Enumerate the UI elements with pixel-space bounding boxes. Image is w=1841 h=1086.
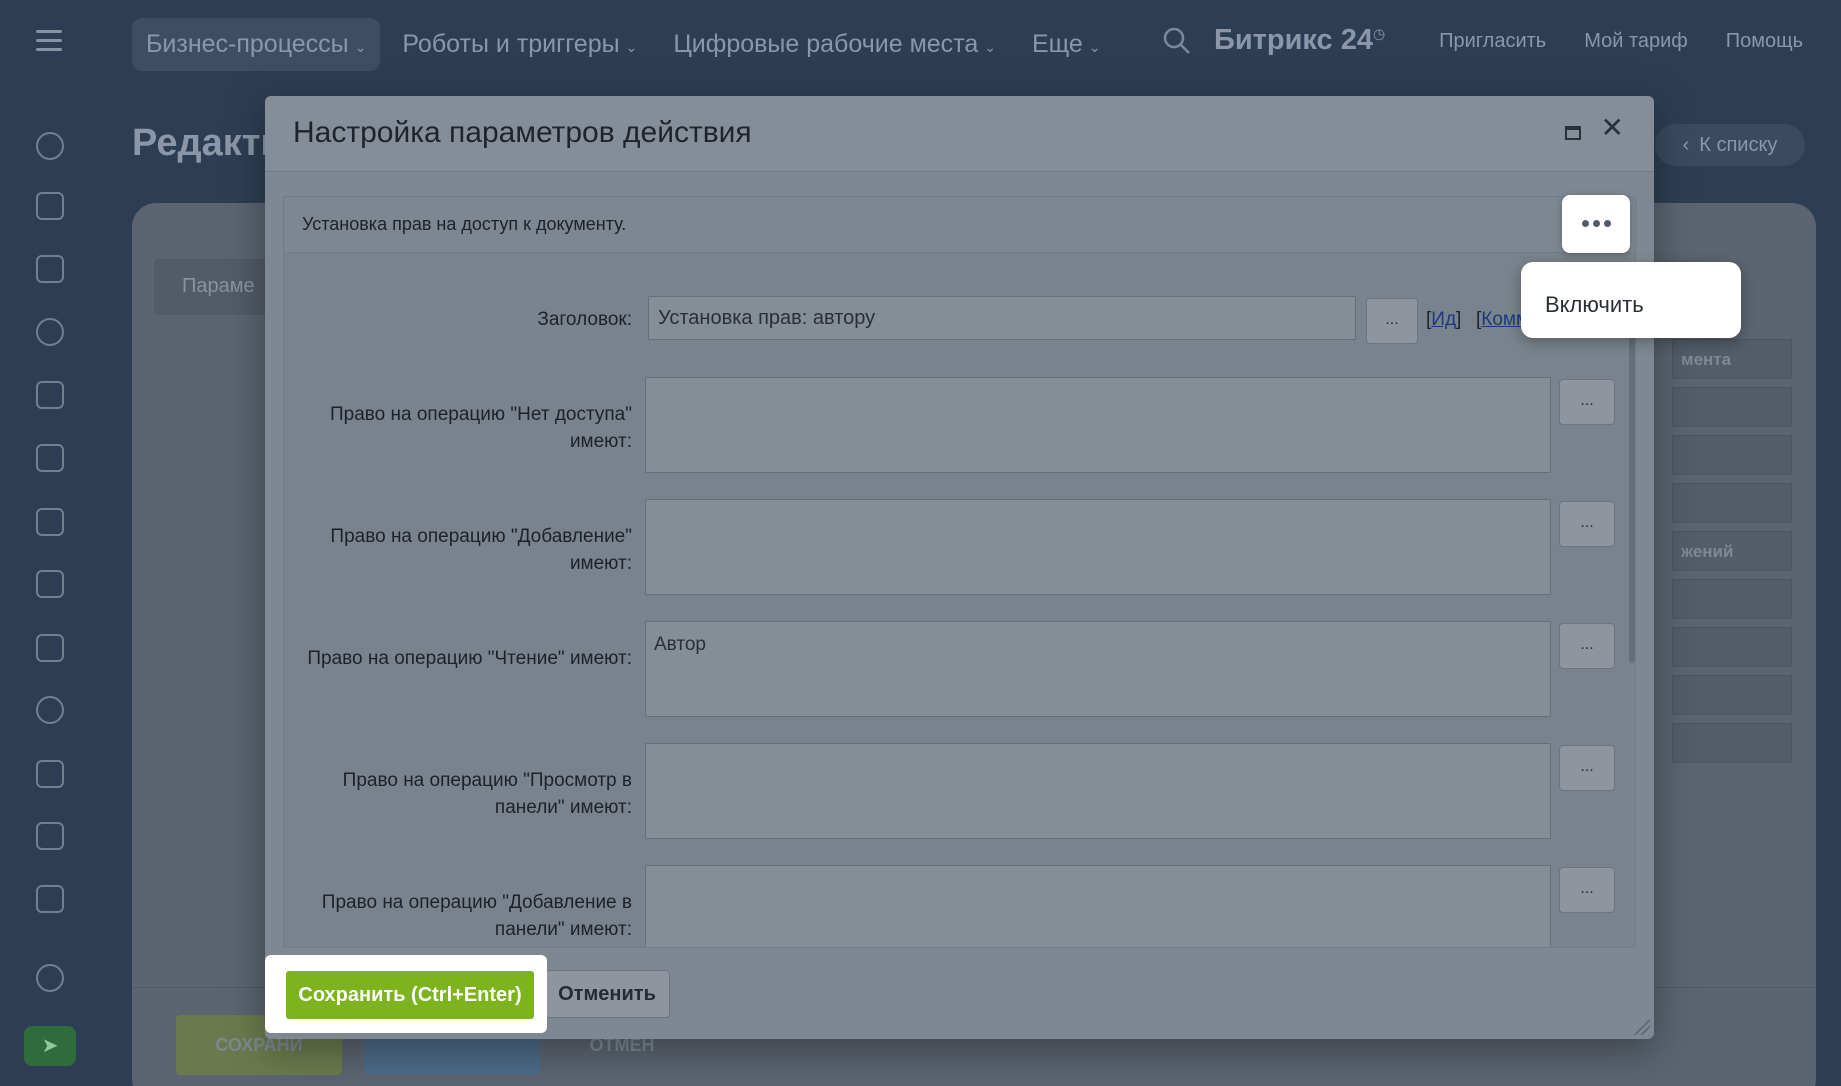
title-dots-button[interactable]: ... [1366, 298, 1418, 344]
top-right-links: Пригласить Мой тариф Помощь [1439, 30, 1803, 53]
schedule-icon[interactable] [36, 885, 64, 913]
field-label: Право на операцию "Чтение" имеют: [307, 648, 632, 669]
users-icon[interactable] [36, 696, 64, 724]
filter-icon[interactable] [36, 822, 64, 850]
crm-icon[interactable] [36, 318, 64, 346]
list-item [1672, 435, 1792, 475]
save-button[interactable]: Сохранить (Ctrl+Enter) [286, 971, 534, 1019]
scrollbar[interactable] [1629, 293, 1635, 663]
list-item [1672, 675, 1792, 715]
menu-item-enable[interactable]: Включить [1545, 292, 1741, 318]
nav-item-more[interactable]: Еще ⌄ [1018, 18, 1115, 71]
chevron-down-icon: ⌄ [625, 39, 638, 55]
add-textarea[interactable] [645, 499, 1551, 595]
checkbox-icon[interactable] [36, 760, 64, 788]
list-item: мента [1672, 339, 1792, 379]
chevron-down-icon: ⌄ [354, 39, 367, 55]
list-item [1672, 387, 1792, 427]
card-icon[interactable] [36, 570, 64, 598]
background-rows: мента жений [1672, 339, 1792, 771]
presentation-icon[interactable] [36, 508, 64, 536]
more-options-menu: Включить [1521, 262, 1741, 338]
nav-item-robots-triggers[interactable]: Роботы и триггеры ⌄ [388, 18, 651, 71]
list-item: жений [1672, 531, 1792, 571]
more-dots-icon [1581, 220, 1589, 227]
more-dots-icon [1592, 220, 1600, 227]
chat-icon[interactable] [36, 192, 64, 220]
tasks-icon[interactable] [36, 255, 64, 283]
field-label: Право на операцию "Добавление в панели" … [321, 892, 632, 940]
add-dots-button[interactable]: ... [1559, 501, 1615, 547]
clock-icon: ◷ [1373, 25, 1386, 42]
form-area: Заголовок: Установка прав: автору ... [И… [284, 253, 1635, 947]
dialog-title: Настройка параметров действия [293, 116, 752, 149]
chevron-down-icon: ⌄ [1088, 39, 1101, 55]
gear-icon[interactable] [36, 964, 64, 992]
maximize-icon[interactable] [1565, 126, 1581, 140]
field-label: Право на операцию "Добавление" имеют: [330, 526, 632, 574]
my-plan-link[interactable]: Мой тариф [1584, 30, 1688, 53]
panel-view-textarea[interactable] [645, 743, 1551, 839]
chevron-down-icon: ⌄ [984, 39, 996, 55]
panel-add-dots-button[interactable]: ... [1559, 867, 1615, 913]
help-link[interactable]: Помощь [1726, 30, 1803, 53]
close-icon[interactable]: ✕ [1601, 114, 1624, 142]
id-link-wrap: [Ид] [1426, 309, 1462, 330]
menu-icon[interactable] [36, 30, 62, 52]
top-bar: Бизнес-процессы ⌄ Роботы и триггеры ⌄ Цифр… [0, 0, 1841, 86]
id-link[interactable]: Ид [1431, 309, 1456, 330]
more-dots-icon [1603, 220, 1611, 227]
no-access-textarea[interactable] [645, 377, 1551, 473]
panel-view-dots-button[interactable]: ... [1559, 745, 1615, 791]
rocket-icon[interactable]: ➤ [24, 1026, 76, 1066]
read-textarea[interactable]: Автор [645, 621, 1551, 717]
document-icon[interactable] [36, 444, 64, 472]
read-dots-button[interactable]: ... [1559, 623, 1615, 669]
panel-add-textarea[interactable] [645, 865, 1551, 947]
back-to-list-button[interactable]: ‹ К списку [1655, 124, 1805, 166]
top-navigation: Бизнес-процессы ⌄ Роботы и триггеры ⌄ Цифр… [132, 18, 1115, 71]
nav-item-digital-workplaces[interactable]: Цифровые рабочие места ⌄ [659, 18, 1010, 71]
mail-icon[interactable] [36, 634, 64, 662]
dialog-body: Установка прав на доступ к документу. За… [283, 196, 1636, 948]
save-highlight: Сохранить (Ctrl+Enter) [265, 955, 547, 1033]
resize-handle[interactable] [1634, 1019, 1650, 1035]
invite-link[interactable]: Пригласить [1439, 30, 1546, 53]
dialog-header: Настройка параметров действия ✕ [265, 96, 1654, 172]
field-label: Заголовок: [537, 309, 632, 330]
left-sidebar [0, 100, 100, 1086]
no-access-dots-button[interactable]: ... [1559, 379, 1615, 425]
more-options-button[interactable] [1562, 195, 1630, 253]
calendar-icon[interactable] [36, 381, 64, 409]
page-title: Редакти [132, 122, 284, 164]
action-settings-dialog: Настройка параметров действия ✕ Установк… [265, 96, 1654, 1039]
field-label: Право на операцию "Нет доступа" имеют: [330, 404, 632, 452]
list-item [1672, 579, 1792, 619]
cancel-button[interactable]: Отменить [544, 970, 670, 1018]
title-input[interactable]: Установка прав: автору [648, 296, 1356, 340]
search-icon[interactable] [1162, 26, 1192, 56]
chevron-left-icon: ‹ [1682, 133, 1690, 156]
list-item [1672, 627, 1792, 667]
list-item [1672, 723, 1792, 763]
nav-item-business-processes[interactable]: Бизнес-процессы ⌄ [132, 18, 381, 71]
list-item [1672, 483, 1792, 523]
brand-logo: Битрикс 24◷ [1214, 24, 1386, 56]
action-description: Установка прав на доступ к документу. [284, 197, 1635, 253]
activity-icon[interactable] [36, 132, 64, 160]
field-label: Право на операцию "Просмотр в панели" им… [342, 770, 632, 818]
